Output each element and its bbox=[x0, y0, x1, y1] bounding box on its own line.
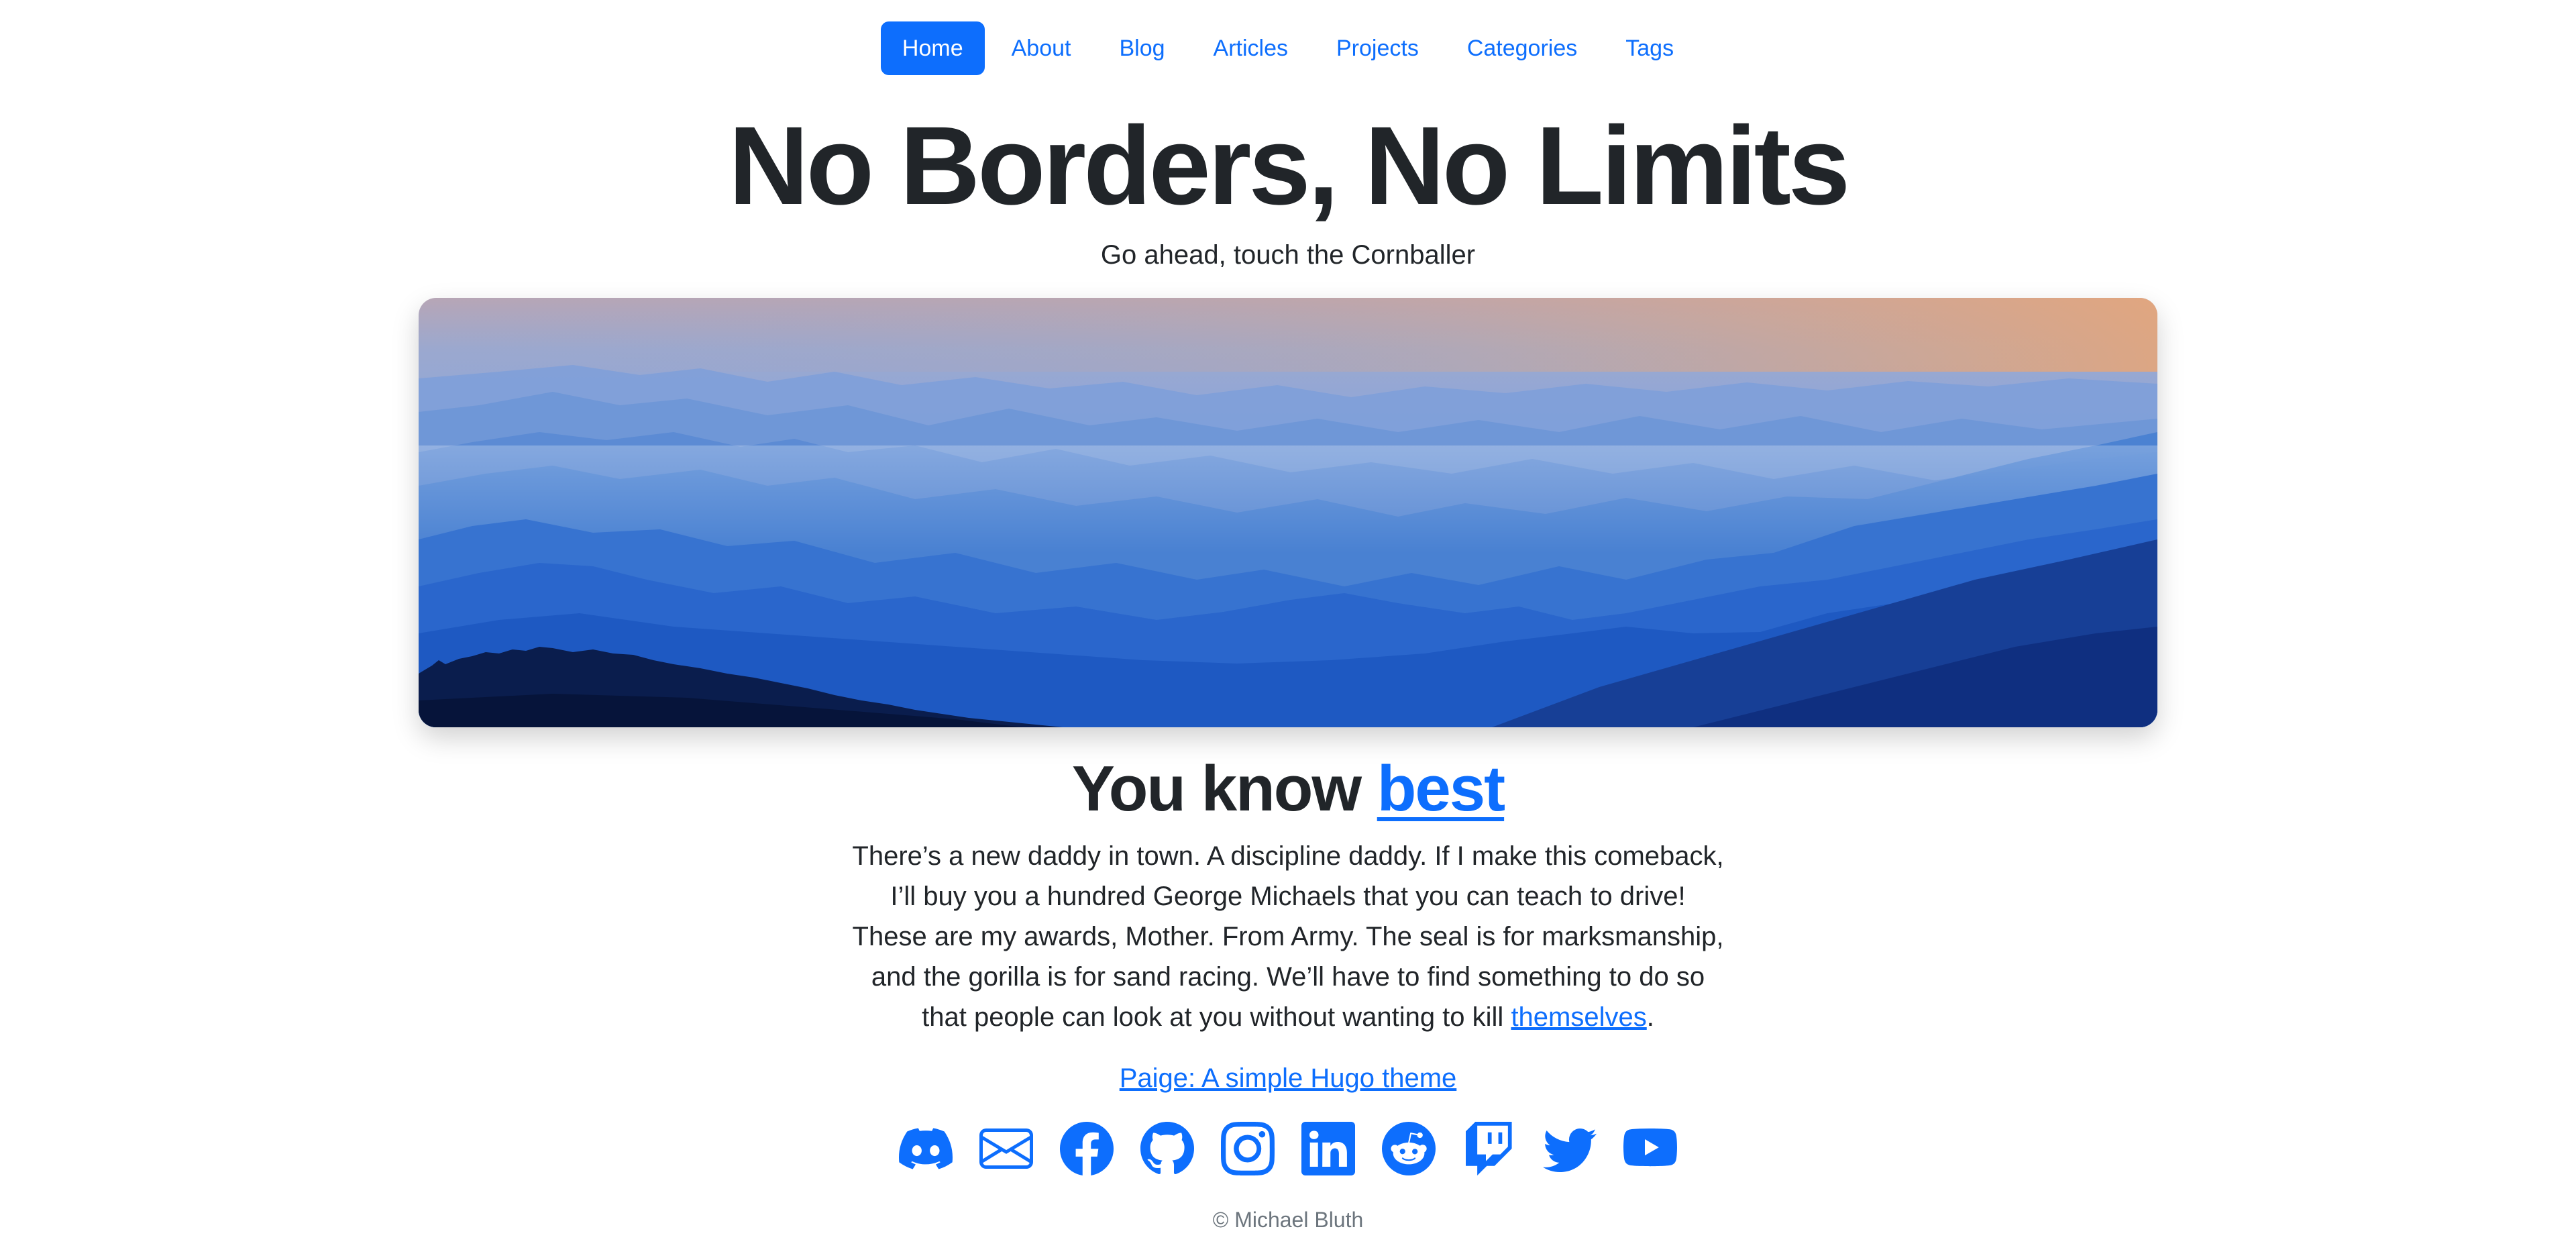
email-icon[interactable] bbox=[979, 1122, 1033, 1175]
nav-item-tags[interactable]: Tags bbox=[1604, 21, 1695, 75]
heading-text: You know bbox=[1071, 753, 1377, 825]
linkedin-icon[interactable] bbox=[1301, 1122, 1355, 1175]
twitter-icon[interactable] bbox=[1543, 1122, 1597, 1175]
nav-item-articles[interactable]: Articles bbox=[1192, 21, 1309, 75]
heading-link-best[interactable]: best bbox=[1377, 753, 1505, 825]
nav-item-categories[interactable]: Categories bbox=[1446, 21, 1599, 75]
reddit-icon[interactable] bbox=[1382, 1122, 1436, 1175]
paragraph-end: . bbox=[1646, 1002, 1654, 1032]
footer-copyright: © Michael Bluth bbox=[1212, 1208, 1364, 1232]
theme-link[interactable]: Paige: A simple Hugo theme bbox=[1120, 1063, 1457, 1093]
nav-item-about[interactable]: About bbox=[990, 21, 1093, 75]
social-links bbox=[0, 1122, 2576, 1175]
hero-image bbox=[419, 298, 2157, 727]
facebook-icon[interactable] bbox=[1060, 1122, 1114, 1175]
mountain-landscape-image bbox=[419, 298, 2157, 727]
section-heading: You know best bbox=[0, 747, 2576, 831]
twitch-icon[interactable] bbox=[1462, 1122, 1516, 1175]
paragraph-link-themselves[interactable]: themselves bbox=[1511, 1002, 1646, 1032]
github-icon[interactable] bbox=[1140, 1122, 1194, 1175]
main-nav: Home About Blog Articles Projects Catego… bbox=[0, 21, 2576, 75]
page: Home About Blog Articles Projects Catego… bbox=[0, 0, 2576, 1260]
discord-icon[interactable] bbox=[899, 1122, 953, 1175]
intro-paragraph: There’s a new daddy in town. A disciplin… bbox=[852, 836, 1724, 1037]
nav-item-projects[interactable]: Projects bbox=[1315, 21, 1440, 75]
youtube-icon[interactable] bbox=[1623, 1122, 1677, 1175]
instagram-icon[interactable] bbox=[1221, 1122, 1275, 1175]
site-subtitle: Go ahead, touch the Cornballer bbox=[1100, 240, 1476, 270]
nav-item-blog[interactable]: Blog bbox=[1097, 21, 1186, 75]
site-title: No Borders, No Limits bbox=[728, 104, 1850, 228]
nav-item-home[interactable]: Home bbox=[880, 21, 985, 75]
theme-link-wrapper: Paige: A simple Hugo theme bbox=[0, 1059, 2576, 1098]
